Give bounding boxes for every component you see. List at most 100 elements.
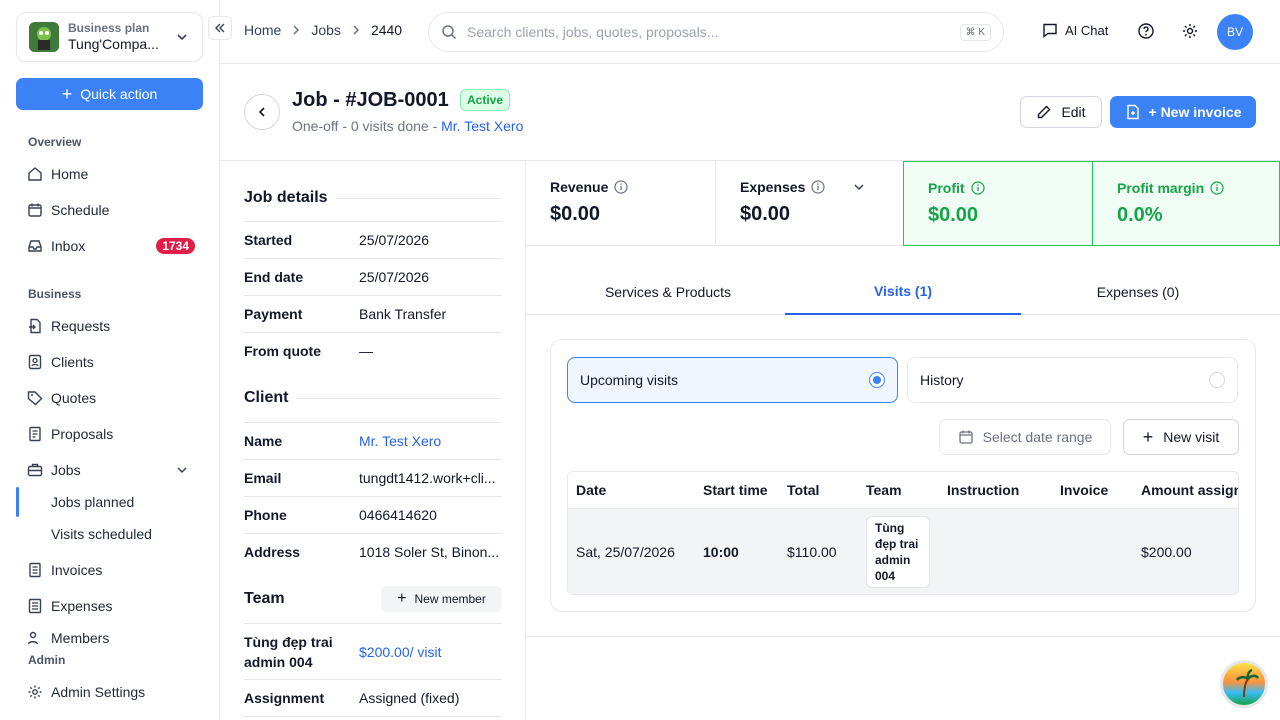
radio-selected[interactable]	[869, 372, 885, 388]
sidebar-item-label: Jobs	[51, 462, 81, 478]
stat-value: $0.00	[550, 203, 601, 225]
sidebar-item-home[interactable]: Home	[16, 158, 203, 190]
search-shortcut: ⌘ K	[959, 23, 991, 41]
pencil-icon	[1038, 105, 1051, 119]
sidebar-item-invoices[interactable]: Invoices	[16, 554, 203, 586]
upcoming-visits-option[interactable]: Upcoming visits	[567, 357, 898, 403]
quick-action-label: Quick action	[80, 86, 158, 102]
sidebar-item-label: Clients	[51, 354, 94, 370]
client-link[interactable]: Mr. Test Xero	[441, 118, 523, 134]
detail-label: End date	[244, 269, 304, 285]
gear-icon	[28, 685, 42, 699]
request-icon	[29, 318, 41, 334]
stat-expenses: Expenses $0.00	[716, 161, 904, 246]
active-indicator	[16, 487, 19, 517]
sidebar-item-jobs[interactable]: Jobs	[16, 454, 203, 486]
edit-label: Edit	[1061, 104, 1086, 120]
breadcrumb-home[interactable]: Home	[244, 22, 281, 38]
sidebar-item-label: Expenses	[51, 598, 113, 614]
job-header: Job - #JOB-0001 Active One-off - 0 visit…	[220, 64, 1280, 161]
sidebar-item-quotes[interactable]: Quotes	[16, 382, 203, 414]
sidebar-item-expenses[interactable]: Expenses	[16, 590, 203, 622]
sidebar-item-schedule[interactable]: Schedule	[16, 194, 203, 226]
info-icon[interactable]	[970, 181, 985, 195]
sidebar-item-label: Home	[51, 166, 89, 182]
team-chip: Tùng đẹp trai admin 004	[866, 516, 930, 588]
option-label: Upcoming visits	[580, 372, 679, 388]
divider	[296, 398, 502, 399]
tab-visits[interactable]: Visits (1)	[785, 268, 1021, 315]
tab-services-products[interactable]: Services & Products	[550, 268, 786, 315]
top-bar: Home Jobs 2440 ⌘ K AI Chat BV	[220, 0, 1280, 64]
detail-row-assignment: Assignment Assigned (fixed)	[244, 679, 502, 716]
breadcrumb: Home Jobs 2440	[244, 22, 402, 38]
column-header: Amount assign	[1141, 482, 1239, 498]
chevron-down-icon[interactable]	[175, 463, 189, 477]
sidebar-item-visits-scheduled[interactable]: Visits scheduled	[51, 526, 152, 542]
detail-row-end-date: End date 25/07/2026	[244, 258, 502, 295]
sidebar-item-label: Admin Settings	[51, 684, 146, 700]
new-member-button[interactable]: + New member	[381, 586, 502, 612]
sidebar-item-requests[interactable]: Requests	[16, 310, 203, 342]
stat-value: $0.00	[928, 204, 979, 226]
cell-start-time: 10:00	[703, 544, 739, 560]
history-option[interactable]: History	[907, 357, 1238, 403]
help-icon[interactable]	[1137, 22, 1155, 40]
sidebar-item-admin-settings[interactable]: Admin Settings	[16, 676, 203, 708]
radio-unselected[interactable]	[1209, 372, 1225, 388]
sidebar-item-members[interactable]: Members	[16, 626, 203, 646]
detail-row-phone: Phone 0466414620	[244, 496, 502, 533]
double-chevron-left-icon	[215, 23, 225, 33]
collapse-sidebar-button[interactable]	[208, 16, 232, 40]
stat-label: Expenses	[740, 179, 806, 195]
new-invoice-button[interactable]: + New invoice	[1110, 96, 1256, 128]
chevron-down-icon[interactable]	[852, 180, 866, 194]
ai-chat-button[interactable]: AI Chat	[1042, 22, 1108, 38]
breadcrumb-jobs[interactable]: Jobs	[311, 22, 341, 38]
sidebar-item-jobs-planned[interactable]: Jobs planned	[51, 494, 134, 510]
detail-label: Payment	[244, 306, 303, 322]
assistant-launcher-icon[interactable]	[1220, 660, 1268, 708]
receipt-icon	[28, 598, 42, 614]
team-member-rate[interactable]: $200.00/ visit	[359, 644, 502, 660]
search-input[interactable]	[467, 24, 960, 40]
inbox-icon	[28, 240, 42, 252]
sidebar-item-clients[interactable]: Clients	[16, 346, 203, 378]
edit-button[interactable]: Edit	[1020, 96, 1102, 128]
sidebar-item-label: Proposals	[51, 426, 114, 442]
search-bar[interactable]: ⌘ K	[428, 12, 1004, 52]
settings-icon[interactable]	[1181, 22, 1199, 40]
sidebar-item-inbox[interactable]: Inbox 1734	[16, 230, 203, 262]
column-header: Total	[787, 482, 820, 498]
sidebar-item-label: Inbox	[51, 238, 86, 254]
tab-expenses[interactable]: Expenses (0)	[1020, 268, 1256, 315]
table-row[interactable]: Sat, 25/07/2026 10:00 $110.00 Tùng đẹp t…	[568, 508, 1238, 594]
chevron-right-icon	[293, 25, 300, 35]
document-icon	[29, 426, 41, 442]
sidebar-item-proposals[interactable]: Proposals	[16, 418, 203, 450]
job-subtitle: One-off - 0 visits done - Mr. Test Xero	[292, 118, 523, 134]
info-icon[interactable]	[811, 180, 825, 194]
info-icon[interactable]	[1210, 181, 1224, 195]
column-header: Invoice	[1060, 482, 1109, 498]
date-range-button[interactable]: Select date range	[939, 419, 1111, 455]
calendar-icon	[958, 430, 973, 444]
detail-value: 1018 Soler St, Binon...	[359, 544, 500, 560]
client-name-link[interactable]: Mr. Test Xero	[359, 433, 502, 449]
org-switcher[interactable]: Business plan Tung'Compa...	[16, 12, 203, 62]
detail-value: 0466414620	[359, 507, 437, 523]
info-icon[interactable]	[614, 180, 628, 194]
calendar-icon	[28, 203, 42, 217]
chat-icon	[1043, 23, 1057, 38]
new-visit-button[interactable]: + New visit	[1123, 419, 1239, 455]
detail-label: Address	[244, 544, 301, 560]
cell-total: $110.00	[787, 544, 837, 560]
invoice-add-icon	[1126, 104, 1139, 120]
quick-action-button[interactable]: + Quick action	[16, 78, 203, 110]
avatar[interactable]: BV	[1217, 14, 1253, 50]
back-button[interactable]	[244, 94, 280, 130]
status-badge: Active	[460, 89, 511, 111]
column-header: Team	[866, 482, 902, 498]
ai-chat-label: AI Chat	[1065, 22, 1109, 38]
home-icon	[28, 167, 42, 181]
